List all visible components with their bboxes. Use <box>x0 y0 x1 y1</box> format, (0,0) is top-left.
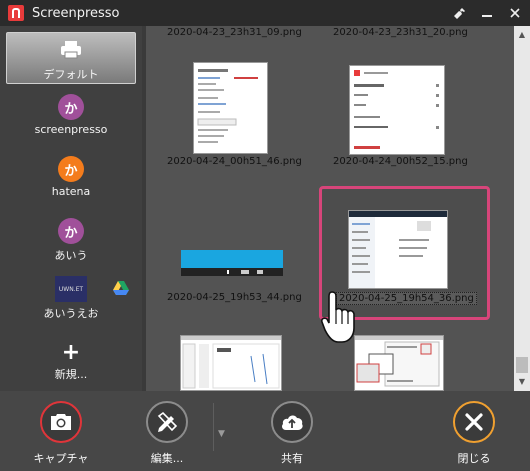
capture-label: キャプチャ <box>33 452 89 465</box>
close-window-button[interactable] <box>506 4 524 22</box>
file-name[interactable]: 2020-04-23_23h31_20.png <box>333 27 468 38</box>
title-bar: Screenpresso <box>0 0 530 26</box>
file-name[interactable]: 2020-04-25_19h53_44.png <box>167 292 302 303</box>
gallery-scrollbar[interactable]: ▲ ▼ <box>514 26 530 391</box>
hatena-blog-icon: か <box>58 218 84 244</box>
thumbnail-2020-04-24-00h51-46[interactable] <box>193 62 268 154</box>
file-name[interactable]: 2020-04-24_00h51_46.png <box>167 156 302 167</box>
scroll-down-arrow-icon[interactable]: ▼ <box>514 375 530 389</box>
scrollbar-thumb[interactable] <box>516 357 528 373</box>
workspace-sidebar: デフォルト か screenpresso か hatena か あいう UWN.… <box>0 26 142 391</box>
scroll-up-arrow-icon[interactable]: ▲ <box>514 28 530 42</box>
plus-icon: + <box>61 340 81 365</box>
thumbnail-2020-04-25-19h53-44[interactable] <box>181 250 283 276</box>
close-button[interactable]: 閉じる <box>444 401 504 466</box>
google-drive-icon <box>113 280 129 295</box>
sidebar-item-aiu[interactable]: か あいう <box>6 218 136 263</box>
screenshot-gallery: 2020-04-23_23h31_09.png 2020-04-23_23h31… <box>146 26 514 391</box>
edit-label: 編集... <box>150 452 184 465</box>
sidebar-item-hatena[interactable]: か hatena <box>6 156 136 198</box>
sidebar-item-label: hatena <box>51 185 91 198</box>
thumbnail-partial-right[interactable] <box>354 335 444 391</box>
capture-button[interactable]: キャプチャ <box>31 401 91 466</box>
sidebar-item-label: 新規... <box>54 368 88 381</box>
sidebar-item-screenpresso[interactable]: か screenpresso <box>6 94 136 136</box>
printer-icon <box>60 41 82 63</box>
share-button[interactable]: 共有 <box>262 401 322 466</box>
close-label: 閉じる <box>457 452 491 465</box>
minimize-button[interactable] <box>478 4 496 22</box>
workspace-thumbnail-icon: UWN.ET <box>55 276 87 302</box>
sidebar-item-label: screenpresso <box>34 123 108 136</box>
cloud-upload-icon <box>271 401 313 443</box>
window-title: Screenpresso <box>32 5 120 21</box>
settings-wrench-icon[interactable] <box>450 4 468 22</box>
hatena-blog-icon: か <box>58 94 84 120</box>
app-logo-icon <box>8 5 24 21</box>
camera-icon <box>40 401 82 443</box>
file-name[interactable]: 2020-04-24_00h52_15.png <box>333 156 468 167</box>
close-icon <box>453 401 495 443</box>
edit-dropdown-arrow-icon[interactable]: ▼ <box>218 429 225 439</box>
toolbar-divider <box>213 403 214 451</box>
sidebar-item-label: あいう <box>54 249 88 262</box>
share-label: 共有 <box>281 452 303 465</box>
sidebar-item-label: デフォルト <box>43 68 99 81</box>
hatena-blog-icon: か <box>58 156 84 182</box>
file-name[interactable]: 2020-04-23_23h31_09.png <box>167 27 302 38</box>
bottom-toolbar: キャプチャ 編集... ▼ 共有 閉じる <box>0 391 530 471</box>
thumbnail-partial-left[interactable] <box>180 335 282 391</box>
thumbnail-2020-04-24-00h52-15[interactable] <box>349 65 445 155</box>
pencil-ruler-icon <box>146 401 188 443</box>
sidebar-item-default[interactable]: デフォルト <box>6 32 136 84</box>
sidebar-item-label: あいうえお <box>43 307 99 320</box>
thumbnail-2020-04-25-19h54-36[interactable] <box>348 210 448 289</box>
edit-button[interactable]: 編集... <box>137 401 197 466</box>
sidebar-item-new[interactable]: + 新規... <box>6 340 136 382</box>
